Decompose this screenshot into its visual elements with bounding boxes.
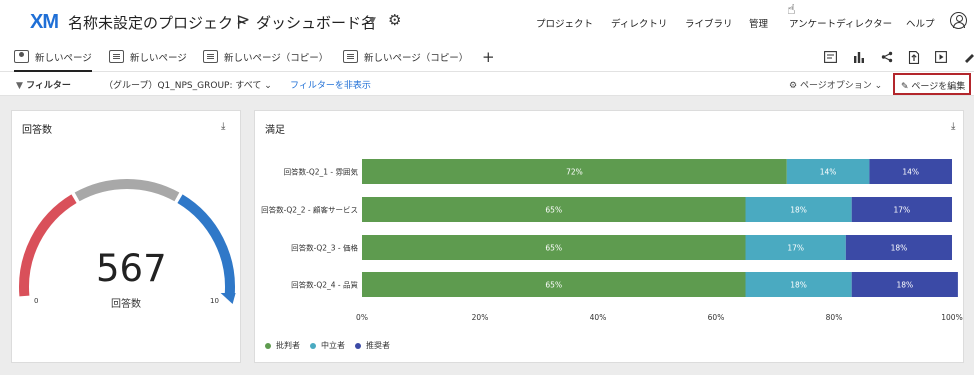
gauge-max-label: 10 [210, 297, 219, 305]
data-label: 18% [790, 206, 807, 215]
gear-icon: ⚙ [789, 81, 800, 91]
tab-page-3[interactable]: 新しいページ（コピー） [203, 50, 328, 72]
filter-dropdown[interactable]: （グループ）Q1_NPS_GROUP: すべて ⌄ [104, 78, 272, 91]
legend-dot [265, 342, 271, 349]
x-tick-label: 80% [826, 313, 843, 322]
pencil-icon: ✎ [901, 82, 912, 92]
nav-library[interactable]: ライブラリ [685, 16, 733, 30]
gauge-widget[interactable]: 回答数 ⤓ 567 回答数 0 10 [11, 110, 241, 363]
data-label: 18% [896, 281, 913, 290]
x-tick-label: 100% [941, 313, 962, 322]
add-page-button[interactable]: + [482, 48, 495, 66]
nav-directory[interactable]: ディレクトリ [611, 16, 667, 30]
stacked-bar-widget[interactable]: 満足 ⤓ 回答数-Q2_1 - 雰囲気 72% 14% 14% 回答数-Q2_2 - 顧… [254, 110, 964, 363]
page-icon [203, 50, 218, 63]
page-options-button[interactable]: ⚙ ページオプション ⌄ [789, 78, 882, 91]
breadcrumb-separator: > [236, 10, 251, 30]
x-tick-label: 60% [708, 313, 725, 322]
x-tick-label: 0% [356, 313, 368, 322]
tab-label: 新しいページ（コピー） [364, 53, 469, 64]
data-label: 18% [891, 244, 908, 253]
page-icon [14, 50, 29, 63]
tab-label: 新しいページ（コピー） [224, 53, 329, 64]
chart-legend: 批判者 中立者 推奨者 [265, 340, 390, 351]
filter-funnel-icon: ▼ [16, 81, 27, 91]
present-icon[interactable] [934, 50, 948, 64]
hide-filters-link[interactable]: フィルターを非表示 [290, 78, 371, 91]
edit-page-button[interactable]: ✎ ページを編集 [893, 73, 971, 95]
legend-label: 推奨者 [366, 341, 390, 350]
share-icon[interactable] [880, 50, 894, 64]
category-label: 回答数-Q2_3 - 価格 [291, 243, 358, 253]
data-label: 65% [545, 281, 562, 290]
x-tick-label: 20% [472, 313, 489, 322]
nav-projects[interactable]: プロジェクト [536, 16, 593, 30]
project-title[interactable]: 名称未設定のプロジェクト [68, 12, 248, 33]
bar-chart-icon[interactable] [852, 50, 866, 64]
gauge-arc-low [19, 194, 77, 297]
gauge-chart [19, 179, 236, 304]
category-label: 回答数-Q2_4 - 品質 [291, 280, 358, 290]
filter-label[interactable]: ▼ フィルター [16, 78, 71, 91]
x-tick-label: 40% [590, 313, 607, 322]
tab-label: 新しいページ [130, 53, 187, 64]
legend-label: 批判者 [276, 341, 300, 350]
user-account-icon[interactable] [950, 12, 967, 29]
tab-label: 新しいページ [35, 53, 92, 64]
legend-item[interactable]: 推奨者 [355, 340, 390, 351]
legend-dot [310, 342, 316, 349]
page-icon [109, 50, 124, 63]
page-icon [343, 50, 358, 63]
gauge-min-label: 0 [34, 297, 39, 305]
xm-logo[interactable]: XM [30, 11, 59, 34]
legend-item[interactable]: 中立者 [310, 340, 345, 351]
dashboard-title[interactable]: ダッシュボード名 [256, 12, 376, 33]
nav-admin[interactable]: 管理 [749, 16, 768, 30]
more-icon[interactable] [962, 50, 974, 64]
data-label: 17% [894, 206, 911, 215]
gauge-value: 567 [96, 247, 167, 290]
nav-help[interactable]: ヘルプ [906, 16, 935, 30]
gear-icon[interactable]: ⚙ [388, 11, 401, 29]
data-label: 17% [787, 244, 804, 253]
data-label: 18% [790, 281, 807, 290]
tab-page-4[interactable]: 新しいページ（コピー） [343, 50, 468, 72]
tab-page-1[interactable]: 新しいページ [14, 50, 92, 72]
legend-item[interactable]: 批判者 [265, 340, 300, 351]
layout-icon[interactable] [823, 50, 837, 64]
chevron-down-icon[interactable]: ▼ [369, 16, 376, 26]
data-label: 65% [545, 206, 562, 215]
stacked-bar-chart: 回答数-Q2_1 - 雰囲気 72% 14% 14% 回答数-Q2_2 - 顧客サービス… [261, 159, 963, 322]
tab-page-2[interactable]: 新しいページ [109, 50, 187, 72]
legend-label: 中立者 [321, 341, 345, 350]
export-icon[interactable] [907, 50, 921, 64]
data-label: 14% [902, 168, 919, 177]
filter-bar: ▼ フィルター （グループ）Q1_NPS_GROUP: すべて ⌄ フィルターを… [0, 72, 974, 96]
hand-cursor-icon: ☝ [787, 2, 796, 18]
data-label: 14% [820, 168, 837, 177]
legend-dot [355, 342, 361, 349]
nav-survey-director[interactable]: アンケートディレクター [789, 16, 892, 30]
data-label: 72% [566, 168, 583, 177]
top-bar: XM 名称未設定のプロジェクト > ダッシュボード名 ▼ ⚙ プロジェクト ディ… [0, 0, 974, 44]
category-label: 回答数-Q2_2 - 顧客サービス [261, 205, 358, 215]
data-label: 65% [545, 244, 562, 253]
gauge-arc-high [177, 194, 235, 297]
gauge-pointer [220, 292, 236, 304]
category-label: 回答数-Q2_1 - 雰囲気 [284, 167, 359, 177]
gauge-label: 回答数 [111, 299, 141, 310]
gauge-arc-mid [74, 179, 180, 202]
